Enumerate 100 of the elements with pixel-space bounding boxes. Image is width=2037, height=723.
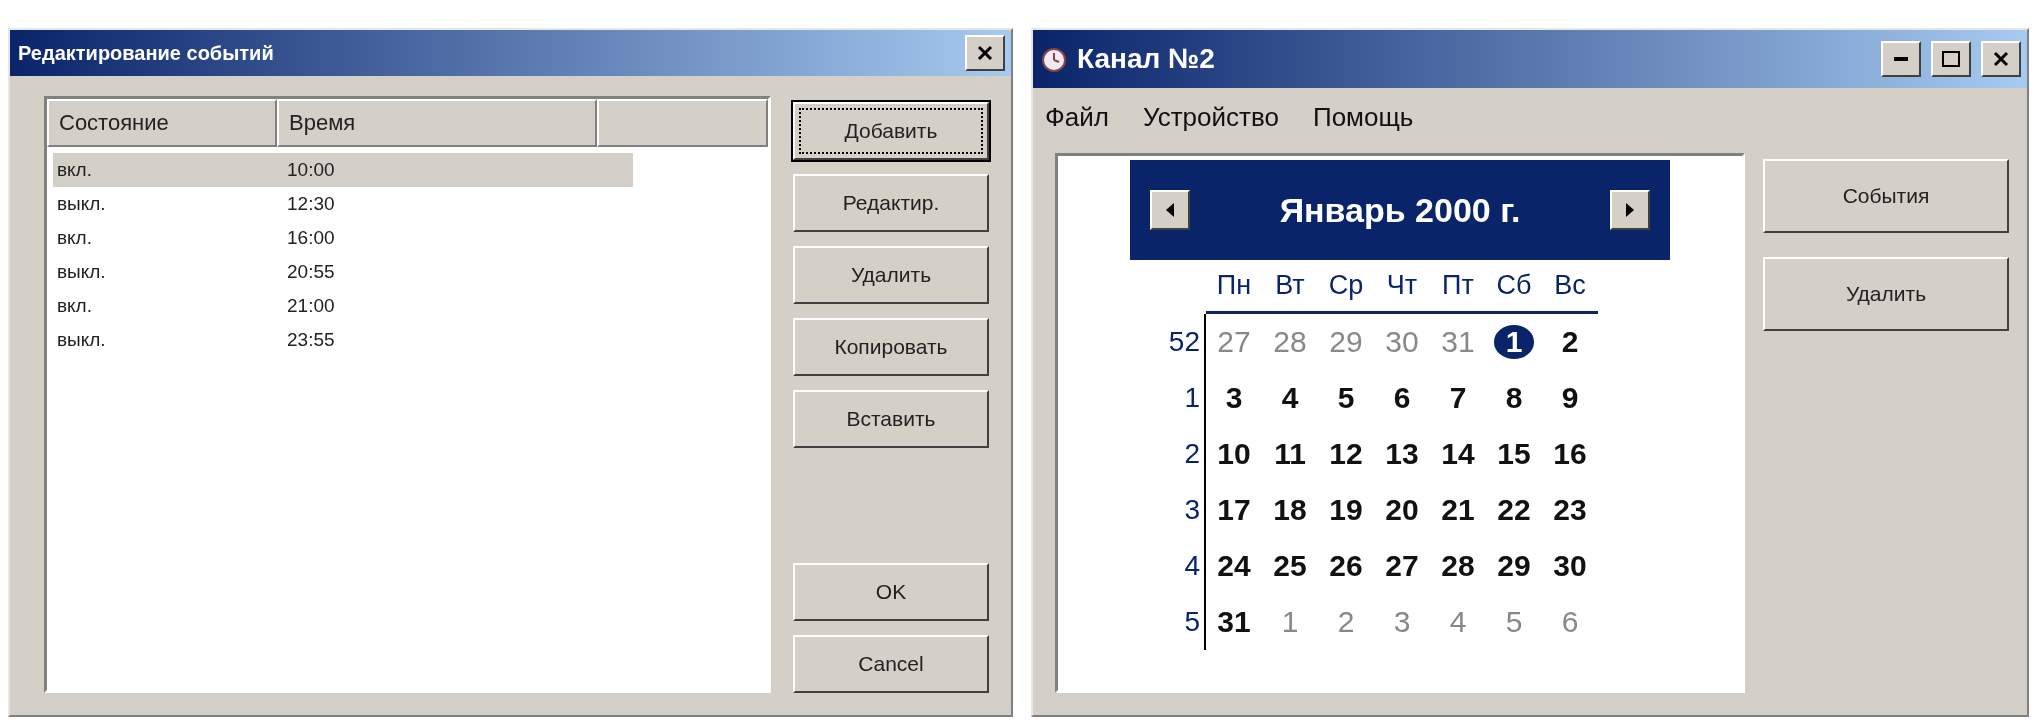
calendar-day[interactable]: 4 — [1281, 381, 1299, 415]
calendar-day[interactable]: 6 — [1393, 381, 1411, 415]
calendar-day[interactable]: 10 — [1217, 437, 1251, 471]
weekday-label: Пт — [1430, 260, 1486, 314]
right-arrow-icon — [1625, 203, 1635, 217]
calendar-day[interactable]: 22 — [1497, 493, 1531, 527]
weekday-label: Вт — [1262, 260, 1318, 314]
calendar-day[interactable]: 26 — [1329, 549, 1363, 583]
calendar-day[interactable]: 14 — [1441, 437, 1475, 471]
menu-item[interactable]: Помощь — [1312, 102, 1414, 133]
calendar-day[interactable]: 24 — [1217, 549, 1251, 583]
previous-month-button[interactable] — [1150, 190, 1190, 230]
state-cell-text: выкл. — [56, 193, 107, 215]
calendar-day[interactable]: 21 — [1441, 493, 1475, 527]
column-header[interactable]: Состояние — [47, 99, 277, 147]
event-row[interactable]: вкл. 16:00 — [53, 221, 633, 255]
action-button[interactable]: Вставить — [793, 390, 989, 448]
calendar-day[interactable]: 15 — [1497, 437, 1531, 471]
calendar-day[interactable]: 19 — [1329, 493, 1363, 527]
month-title: Январь 2000 г. — [1279, 190, 1521, 230]
event-row[interactable]: выкл. 20:55 — [53, 255, 633, 289]
week-number: 52 — [1162, 314, 1206, 370]
week-number: 3 — [1162, 482, 1206, 538]
clock-icon — [1041, 46, 1067, 72]
calendar-day[interactable]: 20 — [1385, 493, 1419, 527]
time-cell-text: 12:30 — [286, 193, 336, 215]
event-row[interactable]: вкл. 21:00 — [53, 289, 633, 323]
menu-item[interactable]: Устройство — [1142, 102, 1279, 133]
calendar-day[interactable]: 17 — [1217, 493, 1251, 527]
ok-button[interactable]: OK — [793, 563, 989, 621]
event-row[interactable]: выкл. 23:55 — [53, 323, 633, 357]
action-button[interactable]: События — [1763, 159, 2009, 233]
maximize-button[interactable] — [1931, 41, 1971, 77]
calendar-day[interactable]: 5 — [1505, 605, 1523, 639]
calendar-day[interactable]: 29 — [1329, 325, 1363, 359]
calendar-day[interactable]: 2 — [1561, 325, 1579, 359]
calendar-day[interactable]: 2 — [1337, 605, 1355, 639]
calendar-day[interactable]: 6 — [1561, 605, 1579, 639]
time-cell-text: 16:00 — [286, 227, 336, 249]
calendar-day[interactable]: 7 — [1449, 381, 1467, 415]
calendar-day[interactable]: 3 — [1225, 381, 1243, 415]
action-button[interactable]: Добавить — [793, 102, 989, 160]
calendar-day[interactable]: 3 — [1393, 605, 1411, 639]
calendar-day[interactable]: 28 — [1441, 549, 1475, 583]
calendar-day[interactable]: 30 — [1385, 325, 1419, 359]
time-cell-text: 23:55 — [286, 329, 336, 351]
calendar-day[interactable]: 11 — [1274, 437, 1306, 471]
left-arrow-icon — [1165, 203, 1175, 217]
time-cell-text: 20:55 — [286, 261, 336, 283]
action-button[interactable]: Удалить — [1763, 257, 2009, 331]
state-cell-text: вкл. — [56, 227, 93, 249]
calendar-day[interactable]: 4 — [1449, 605, 1467, 639]
calendar-day[interactable]: 25 — [1273, 549, 1307, 583]
menu-item[interactable]: Файл — [1045, 102, 1109, 133]
week-number: 1 — [1162, 370, 1206, 426]
week-number: 5 — [1162, 594, 1206, 650]
time-cell-text: 10:00 — [286, 159, 336, 181]
week-number: 4 — [1162, 538, 1206, 594]
state-cell-text: вкл. — [56, 159, 93, 181]
close-button[interactable] — [965, 35, 1005, 71]
calendar-day[interactable]: 1 — [1493, 325, 1535, 359]
calendar-day[interactable]: 27 — [1217, 325, 1251, 359]
calendar-day[interactable]: 9 — [1561, 381, 1579, 415]
calendar-day[interactable]: 27 — [1385, 549, 1419, 583]
next-month-button[interactable] — [1610, 190, 1650, 230]
action-button[interactable]: Удалить — [793, 246, 989, 304]
state-cell-text: вкл. — [56, 295, 93, 317]
weekday-label: Вс — [1542, 260, 1598, 314]
calendar-day[interactable]: 30 — [1553, 549, 1587, 583]
calendar-day[interactable]: 28 — [1273, 325, 1307, 359]
calendar-day[interactable]: 5 — [1337, 381, 1355, 415]
time-cell-text: 21:00 — [286, 295, 336, 317]
cancel-button[interactable]: Cancel — [793, 635, 989, 693]
window-title: Редактирование событий — [18, 41, 275, 65]
close-button[interactable] — [1981, 41, 2021, 77]
calendar-day[interactable]: 16 — [1553, 437, 1587, 471]
action-button[interactable]: Редактир. — [793, 174, 989, 232]
event-row[interactable]: вкл. 10:00 — [53, 153, 633, 187]
close-icon — [1993, 51, 2009, 67]
calendar-day[interactable]: 31 — [1217, 605, 1251, 639]
weekday-label: Сб — [1486, 260, 1542, 314]
minimize-button[interactable] — [1881, 41, 1921, 77]
week-number: 2 — [1162, 426, 1206, 482]
column-header[interactable]: Время — [277, 99, 597, 147]
weekday-label: Пн — [1206, 260, 1262, 314]
weekday-label: Чт — [1374, 260, 1430, 314]
state-cell-text: выкл. — [56, 261, 107, 283]
calendar-day[interactable]: 8 — [1505, 381, 1523, 415]
minimize-icon — [1894, 57, 1908, 61]
state-cell-text: выкл. — [56, 329, 107, 351]
calendar-day[interactable]: 12 — [1329, 437, 1363, 471]
calendar-day[interactable]: 1 — [1281, 605, 1299, 639]
action-button[interactable]: Копировать — [793, 318, 989, 376]
window-title: Канал №2 — [1077, 43, 1216, 75]
calendar-day[interactable]: 31 — [1441, 325, 1475, 359]
calendar-day[interactable]: 29 — [1497, 549, 1531, 583]
calendar-day[interactable]: 13 — [1385, 437, 1419, 471]
event-row[interactable]: выкл. 12:30 — [53, 187, 633, 221]
calendar-day[interactable]: 23 — [1553, 493, 1587, 527]
calendar-day[interactable]: 18 — [1273, 493, 1307, 527]
